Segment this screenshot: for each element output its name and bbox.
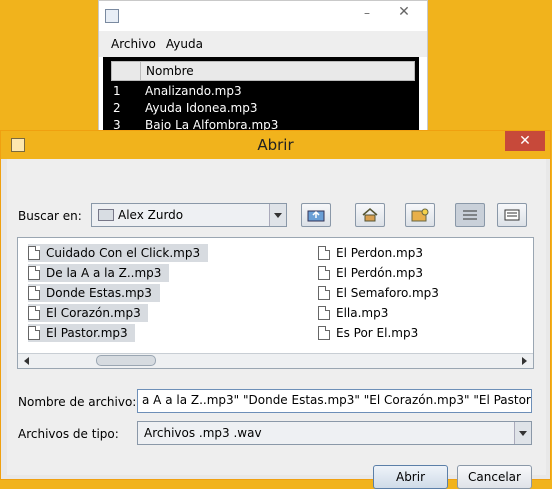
file-item-label: De la A a la Z..mp3 bbox=[46, 266, 162, 280]
file-icon bbox=[318, 306, 330, 320]
file-item[interactable]: El Perdón.mp3 bbox=[318, 264, 423, 282]
home-icon bbox=[362, 208, 378, 222]
list-view-icon bbox=[463, 210, 477, 220]
file-icon bbox=[28, 326, 40, 340]
chevron-down-icon[interactable] bbox=[514, 422, 531, 444]
file-item-label: Cuidado Con el Click.mp3 bbox=[46, 246, 201, 260]
minimize-button[interactable]: – bbox=[357, 6, 377, 20]
file-item[interactable]: Cuidado Con el Click.mp3 bbox=[28, 244, 208, 262]
name-column-header[interactable]: Nombre bbox=[146, 64, 194, 78]
folder-icon bbox=[98, 209, 114, 221]
file-item[interactable]: El Perdon.mp3 bbox=[318, 244, 423, 262]
file-icon bbox=[318, 246, 330, 260]
scroll-right-icon[interactable] bbox=[517, 354, 531, 367]
file-item[interactable]: Es Por El.mp3 bbox=[318, 324, 418, 342]
table-row[interactable]: 2 Ayuda Idonea.mp3 bbox=[111, 100, 415, 117]
background-window: – ✕ Archivo Ayuda Nombre 1 Analizando.mp… bbox=[98, 0, 428, 135]
file-item[interactable]: Ella.mp3 bbox=[318, 304, 388, 322]
scroll-left-icon[interactable] bbox=[20, 354, 34, 367]
file-icon bbox=[28, 286, 40, 300]
menu-archivo[interactable]: Archivo bbox=[111, 37, 156, 51]
look-in-label: Buscar en: bbox=[18, 209, 82, 223]
file-list[interactable]: Cuidado Con el Click.mp3 De la A a la Z.… bbox=[17, 237, 534, 369]
file-icon bbox=[318, 326, 330, 340]
file-icon bbox=[318, 266, 330, 280]
horizontal-scrollbar[interactable] bbox=[18, 353, 533, 368]
file-item[interactable]: Donde Estas.mp3 bbox=[28, 284, 160, 302]
list-view-button[interactable] bbox=[455, 203, 485, 227]
up-folder-icon bbox=[307, 210, 325, 222]
file-item-label: Ella.mp3 bbox=[336, 306, 389, 320]
close-button[interactable]: ✕ bbox=[391, 4, 417, 20]
table-row[interactable]: 1 Analizando.mp3 bbox=[111, 83, 415, 100]
filename-input[interactable]: a A a la Z..mp3" "Donde Estas.mp3" "El C… bbox=[137, 389, 532, 413]
row-number: 2 bbox=[113, 101, 121, 115]
song-table: Nombre 1 Analizando.mp3 2 Ayuda Idonea.m… bbox=[103, 57, 419, 135]
file-icon bbox=[28, 306, 40, 320]
open-button[interactable]: Abrir bbox=[373, 465, 448, 489]
file-icon bbox=[28, 266, 40, 280]
cancel-button[interactable]: Cancelar bbox=[457, 465, 532, 489]
open-file-dialog: Abrir ✕ Buscar en: Alex Zurdo Cuidado Co… bbox=[0, 130, 551, 489]
home-button[interactable] bbox=[355, 203, 385, 227]
file-item-label: El Perdón.mp3 bbox=[336, 266, 423, 280]
filename-label: Nombre de archivo: bbox=[18, 395, 137, 409]
file-item-label: El Pastor.mp3 bbox=[46, 326, 128, 340]
menu-bar: Archivo Ayuda bbox=[99, 31, 427, 57]
file-item-label: Donde Estas.mp3 bbox=[46, 286, 152, 300]
chevron-down-icon[interactable] bbox=[269, 204, 286, 226]
filetype-label: Archivos de tipo: bbox=[18, 427, 119, 441]
file-item[interactable]: El Semaforo.mp3 bbox=[318, 284, 439, 302]
row-number: 1 bbox=[113, 84, 121, 98]
dialog-title: Abrir bbox=[257, 136, 294, 154]
file-icon bbox=[318, 286, 330, 300]
dialog-close-button[interactable]: ✕ bbox=[505, 131, 545, 151]
dialog-content: Buscar en: Alex Zurdo Cuidado Con el Cli… bbox=[7, 159, 546, 489]
look-in-value: Alex Zurdo bbox=[118, 208, 184, 222]
java-app-icon bbox=[105, 9, 119, 23]
background-window-titlebar: – ✕ bbox=[99, 1, 427, 31]
file-item[interactable]: El Pastor.mp3 bbox=[28, 324, 136, 342]
file-item[interactable]: De la A a la Z..mp3 bbox=[28, 264, 170, 282]
file-item[interactable]: El Corazón.mp3 bbox=[28, 304, 149, 322]
row-name: Analizando.mp3 bbox=[145, 84, 242, 98]
scrollbar-thumb[interactable] bbox=[96, 355, 156, 366]
details-view-button[interactable] bbox=[497, 203, 527, 227]
filetype-value: Archivos .mp3 .wav bbox=[144, 426, 262, 440]
file-icon bbox=[28, 246, 40, 260]
table-header: Nombre bbox=[111, 61, 415, 81]
file-item-label: El Perdon.mp3 bbox=[336, 246, 423, 260]
file-item-label: El Semaforo.mp3 bbox=[336, 286, 439, 300]
row-name: Ayuda Idonea.mp3 bbox=[145, 101, 258, 115]
look-in-combo[interactable]: Alex Zurdo bbox=[91, 203, 287, 227]
new-folder-button[interactable] bbox=[405, 203, 435, 227]
details-view-icon bbox=[504, 209, 520, 221]
file-item-label: El Corazón.mp3 bbox=[46, 306, 141, 320]
file-item-label: Es Por El.mp3 bbox=[336, 326, 419, 340]
up-folder-button[interactable] bbox=[301, 203, 331, 227]
menu-ayuda[interactable]: Ayuda bbox=[166, 37, 203, 51]
new-folder-icon bbox=[411, 208, 429, 222]
dialog-titlebar: Abrir ✕ bbox=[1, 131, 550, 159]
filetype-combo[interactable]: Archivos .mp3 .wav bbox=[137, 421, 532, 445]
number-column-header[interactable] bbox=[112, 62, 141, 80]
